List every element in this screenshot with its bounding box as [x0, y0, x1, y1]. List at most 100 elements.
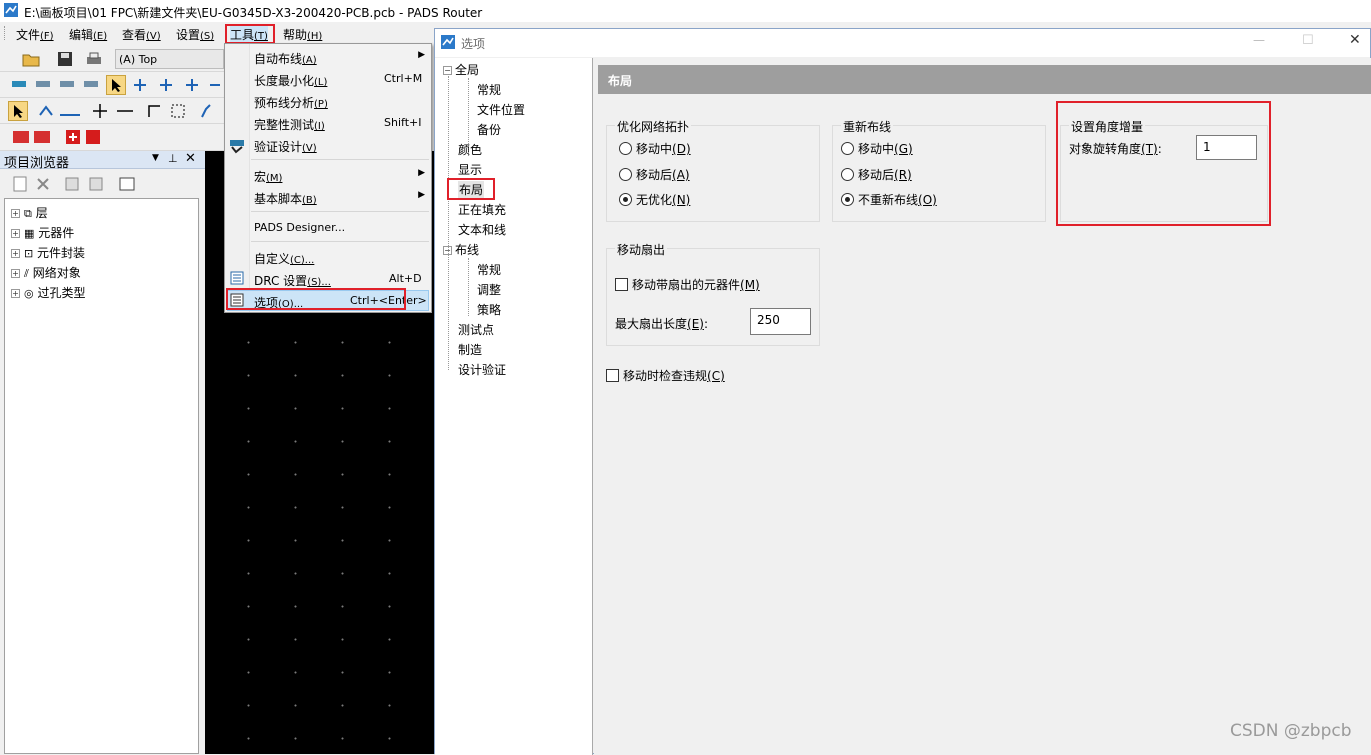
check-violations-checkbox[interactable]: 移动时检查违规(C) — [606, 367, 725, 384]
expand-icon[interactable]: + — [11, 209, 20, 218]
tree-node-test-points[interactable]: 测试点 — [458, 321, 494, 338]
component-icon: ▦ — [24, 227, 35, 240]
menu-item-verify-design[interactable]: 验证设计(V) — [254, 134, 431, 156]
menu-help[interactable]: 帮助(H) — [283, 26, 322, 43]
dialog-app-icon — [441, 35, 455, 49]
drc-mode-icons[interactable] — [12, 129, 54, 145]
tree-node-backup[interactable]: 备份 — [477, 121, 501, 138]
tree-node-text-lines[interactable]: 文本和线 — [458, 221, 506, 238]
menu-item-drc-setup[interactable]: DRC 设置(S)... Alt+D — [254, 268, 431, 290]
menu-item-macro[interactable]: 宏(M) ▶ — [254, 164, 431, 186]
pin-icon[interactable]: ⊥ — [168, 152, 178, 165]
tree-item-via-types[interactable]: + ◎ 过孔类型 — [11, 284, 85, 302]
standard-toolbar: (A) Top — [0, 46, 224, 72]
tree-node-file-locations[interactable]: 文件位置 — [477, 101, 525, 118]
tree-node-strategy[interactable]: 策略 — [477, 301, 501, 318]
net-tools-icons[interactable] — [132, 77, 222, 93]
no-reroute-radio[interactable]: 不重新布线(O) — [841, 191, 937, 208]
edit-select-button[interactable] — [8, 101, 28, 121]
maximize-icon[interactable]: ☐ — [1302, 33, 1314, 48]
tree-node-colors[interactable]: 颜色 — [458, 141, 482, 158]
menu-item-length-minimize[interactable]: 长度最小化(L) Ctrl+M — [254, 68, 431, 90]
menu-item-customize[interactable]: 自定义(C)... — [254, 246, 431, 268]
tree-node-tuning[interactable]: 调整 — [477, 281, 501, 298]
move-icon[interactable] — [92, 103, 108, 119]
stretch-icon[interactable] — [116, 103, 134, 119]
tree-item-components[interactable]: + ▦ 元器件 — [11, 224, 74, 242]
reroute-after-move-radio[interactable]: 移动后(R) — [841, 166, 912, 183]
layer-select[interactable]: (A) Top — [115, 49, 224, 69]
collapse-icon[interactable]: − — [443, 66, 452, 75]
reroute-during-move-radio[interactable]: 移动中(G) — [841, 140, 913, 157]
print-icon[interactable] — [85, 51, 103, 67]
highlight-angle-group — [1056, 101, 1271, 226]
close-icon[interactable]: ✕ — [1349, 32, 1361, 48]
move-fanout-components-checkbox[interactable]: 移动带扇出的元器件(M) — [615, 276, 760, 293]
menu-setup[interactable]: 设置(S) — [176, 26, 214, 43]
highlight-tools-menu — [225, 24, 275, 44]
edit-toolbar — [0, 98, 224, 124]
close-icon[interactable]: ✕ — [185, 151, 196, 166]
drc-setup-icon — [230, 271, 244, 285]
select-mode-button[interactable] — [106, 75, 126, 95]
project-browser-title: 项目浏览器 — [4, 156, 70, 171]
move-fanout-title: 移动扇出 — [615, 241, 668, 258]
route-mode-icons[interactable] — [10, 77, 110, 93]
open-folder-icon[interactable] — [22, 51, 42, 67]
trace-icon[interactable] — [198, 103, 214, 119]
radio-icon — [841, 168, 854, 181]
menu-item-autoroute[interactable]: 自动布线(A) ▶ — [254, 46, 431, 68]
menu-separator — [251, 159, 429, 160]
layout-options-panel: 布局 优化网络拓扑 移动中(D) 移动后(A) 无优化(N) 重新布线 移动中(… — [594, 58, 1371, 755]
corner-icon[interactable] — [146, 103, 162, 119]
tree-node-display[interactable]: 显示 — [458, 161, 482, 178]
route-edit-icons[interactable] — [38, 103, 88, 119]
optimize-during-move-radio[interactable]: 移动中(D) — [619, 140, 691, 157]
menu-item-basic-script[interactable]: 基本脚本(B) ▶ — [254, 186, 431, 208]
minimize-icon[interactable]: — — [1253, 33, 1265, 47]
expand-icon[interactable]: + — [11, 249, 20, 258]
tree-node-routing-general[interactable]: 常规 — [477, 261, 501, 278]
optimize-after-move-radio[interactable]: 移动后(A) — [619, 166, 690, 183]
tree-item-net-objects[interactable]: + ⫽ 网络对象 — [11, 264, 81, 282]
max-fanout-length-label: 最大扇出长度(E): — [615, 317, 709, 331]
menu-item-pads-designer[interactable]: PADS Designer... — [254, 217, 431, 239]
no-optimize-radio[interactable]: 无优化(N) — [619, 191, 690, 208]
menu-item-integrity-test[interactable]: 完整性测试(I) Shift+I — [254, 112, 431, 134]
expand-icon[interactable]: + — [11, 229, 20, 238]
tree-line — [468, 258, 470, 316]
tree-node-global-general[interactable]: 常规 — [477, 81, 501, 98]
max-fanout-length-input[interactable]: 250 — [750, 308, 811, 335]
project-browser-tree: + ⧉ 层 + ▦ 元器件 + ⊡ 元件封装 + ⫽ 网络对象 + ◎ 过孔类型 — [4, 198, 199, 754]
watermark: CSDN @zbpcb — [1230, 721, 1352, 741]
menu-file[interactable]: 文件(F) — [16, 26, 54, 43]
highlight-layout-node — [447, 178, 495, 200]
move-fanout-group: 移动扇出 移动带扇出的元器件(M) 最大扇出长度(E): 250 — [606, 241, 820, 346]
highlight-options-item — [226, 288, 406, 310]
save-icon[interactable] — [57, 51, 73, 67]
browser-toolbar-icons[interactable] — [12, 176, 142, 192]
submenu-arrow-icon: ▶ — [418, 168, 425, 178]
reroute-title: 重新布线 — [841, 118, 894, 135]
tree-line — [448, 76, 450, 370]
dialog-titlebar: 选项 — ☐ ✕ — [435, 29, 1370, 57]
tree-node-filling[interactable]: 正在填充 — [458, 201, 506, 218]
menu-item-preroute-analysis[interactable]: 预布线分析(P) — [254, 90, 431, 112]
dropdown-icon[interactable]: ▼ — [152, 153, 159, 163]
add-remove-icons[interactable] — [64, 129, 106, 145]
expand-icon[interactable]: + — [11, 269, 20, 278]
pads-router-app-icon — [4, 3, 18, 17]
tree-node-design-verify[interactable]: 设计验证 — [458, 361, 506, 378]
expand-icon[interactable]: + — [11, 289, 20, 298]
menu-edit[interactable]: 编辑(E) — [69, 26, 107, 43]
box-select-icon[interactable] — [170, 103, 186, 119]
menu-view[interactable]: 查看(V) — [122, 26, 161, 43]
optimize-topology-group: 优化网络拓扑 移动中(D) 移动后(A) 无优化(N) — [606, 118, 820, 222]
layers-icon: ⧉ — [24, 207, 32, 220]
tree-node-fabrication[interactable]: 制造 — [458, 341, 482, 358]
submenu-arrow-icon: ▶ — [418, 190, 425, 200]
window-title: E:\画板项目\01 FPC\新建文件夹\EU-G0345D-X3-200420… — [24, 6, 483, 20]
window-titlebar: E:\画板项目\01 FPC\新建文件夹\EU-G0345D-X3-200420… — [0, 0, 1371, 22]
tree-item-decals[interactable]: + ⊡ 元件封装 — [11, 244, 85, 262]
tree-item-layers[interactable]: + ⧉ 层 — [11, 204, 48, 222]
